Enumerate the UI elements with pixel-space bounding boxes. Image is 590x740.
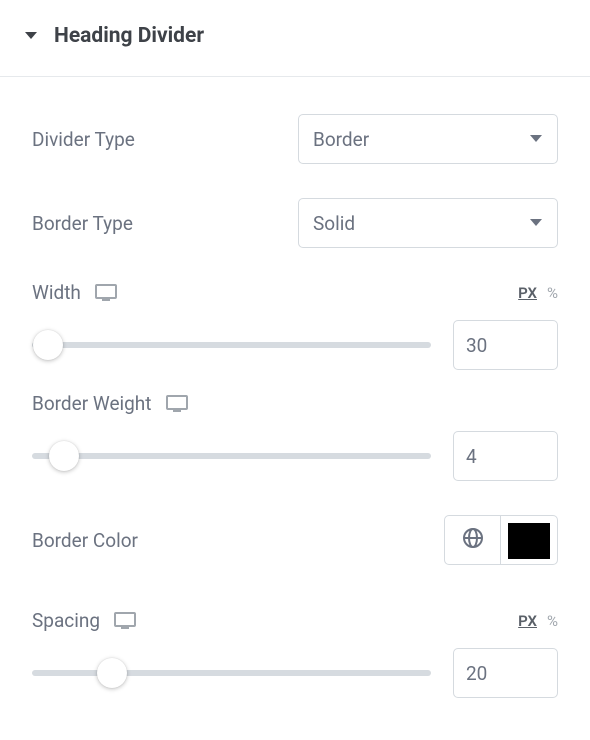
spacing-slider-thumb[interactable] [97,658,127,688]
spacing-unit-px[interactable]: PX [518,612,537,630]
global-color-button[interactable] [445,516,501,564]
border-weight-label: Border Weight [32,392,152,415]
divider-type-select[interactable]: Border [298,114,558,164]
width-group: Width PX % [32,265,558,376]
spacing-label: Spacing [32,609,100,632]
border-type-value: Solid [313,212,355,235]
section-title: Heading Divider [54,24,204,48]
chevron-down-icon [529,134,543,144]
border-color-swatch[interactable] [508,523,550,559]
panel-body: Divider Type Border Border Type Solid Wi [0,77,590,704]
width-label: Width [32,281,81,304]
border-type-label: Border Type [32,212,133,235]
spacing-group: Spacing PX % [32,593,558,704]
border-type-select[interactable]: Solid [298,198,558,248]
divider-type-row: Divider Type Border [32,97,558,181]
desktop-icon[interactable] [95,284,117,302]
border-color-control [444,515,558,565]
caret-down-icon [24,29,38,43]
width-unit-percent[interactable]: % [547,284,558,302]
width-unit-px[interactable]: PX [518,284,537,302]
border-weight-group: Border Weight [32,376,558,487]
width-unit-toggle: PX % [518,284,558,302]
spacing-unit-toggle: PX % [518,612,558,630]
border-weight-input[interactable] [453,431,558,481]
divider-type-value: Border [313,128,369,151]
width-slider[interactable] [32,327,431,363]
desktop-icon[interactable] [166,395,188,413]
spacing-input[interactable] [453,648,558,698]
border-color-label: Border Color [32,529,138,552]
spacing-unit-percent[interactable]: % [547,612,558,630]
section-header[interactable]: Heading Divider [0,0,590,77]
border-type-row: Border Type Solid [32,181,558,265]
width-input[interactable] [453,320,558,370]
border-weight-slider-thumb[interactable] [49,441,79,471]
width-slider-thumb[interactable] [33,330,63,360]
desktop-icon[interactable] [114,612,136,630]
chevron-down-icon [529,218,543,228]
border-color-row: Border Color [32,487,558,593]
spacing-slider[interactable] [32,655,431,691]
divider-type-label: Divider Type [32,128,135,151]
globe-icon [462,527,484,553]
border-weight-slider[interactable] [32,438,431,474]
